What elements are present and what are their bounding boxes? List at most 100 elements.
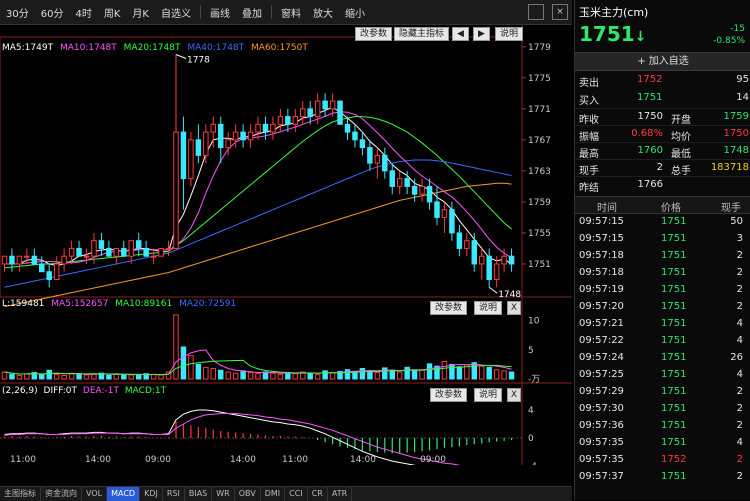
toolbar-item-9[interactable]: 放大 (307, 5, 339, 20)
toolbar-item-2[interactable]: 4时 (69, 5, 97, 20)
toolbar-item-5[interactable]: 自选义 (155, 5, 197, 20)
stat-label: 最高 (579, 149, 599, 160)
volume-bar (262, 371, 269, 380)
price-tick-label: 1759 (528, 198, 551, 208)
volume-bar (277, 373, 284, 380)
prev-indicator-button[interactable]: ◀ (452, 27, 469, 41)
trade-row[interactable]: 09:57:36 1751 2 (575, 418, 750, 434)
tab-10[interactable]: CCI (285, 487, 308, 501)
macd-close-button[interactable]: X (507, 388, 521, 402)
vol-close-button[interactable]: X (507, 301, 521, 315)
toolbar-item-10[interactable]: 缩小 (339, 5, 371, 20)
add-watchlist-button[interactable]: + 加入自选 (575, 52, 750, 71)
tab-6[interactable]: BIAS (185, 487, 213, 501)
trade-time: 09:57:36 (579, 420, 624, 431)
toolbar-item-8[interactable]: 窗料 (275, 5, 307, 20)
trade-row[interactable]: 09:57:18 1751 2 (575, 248, 750, 264)
trade-row[interactable]: 09:57:22 1751 4 (575, 333, 750, 349)
trade-volume: 2 (736, 284, 743, 295)
trade-row[interactable]: 09:57:35 1752 2 (575, 452, 750, 468)
toolbar-item-1[interactable]: 60分 (35, 5, 70, 20)
main-legend: MA5:1749T MA10:1748T MA20:1748T MA40:174… (2, 43, 308, 53)
volume-bar (255, 373, 261, 380)
trade-row[interactable]: 09:57:29 1751 2 (575, 384, 750, 400)
toolbar-item-4[interactable]: 月K (126, 5, 155, 20)
toolbar-item-3[interactable]: 周K (98, 5, 127, 20)
candle-body (277, 116, 284, 125)
next-indicator-button[interactable]: ▶ (473, 27, 490, 41)
params-button[interactable]: 改参数 (355, 27, 393, 41)
last-price-value: 1751 (579, 22, 635, 46)
trade-row[interactable]: 09:57:24 1751 26 (575, 350, 750, 366)
x-axis-label: 11:00 (10, 455, 36, 465)
toolbar-item-6[interactable]: 画线 (204, 5, 236, 20)
tab-5[interactable]: RSI (163, 487, 185, 501)
volume-bar (247, 372, 254, 380)
vol-help-button[interactable]: 说明 (474, 301, 503, 315)
volume-bar (16, 375, 23, 380)
trade-row[interactable]: 09:57:25 1751 4 (575, 367, 750, 383)
volume-bar (493, 369, 500, 380)
trade-row[interactable]: 09:57:20 1751 2 (575, 299, 750, 315)
quote-panel: 玉米主力(cm) 1751↓ -15 -0.85% + 加入自选 卖出 1752 9… (574, 0, 750, 500)
stat-value: 1766 (637, 179, 663, 190)
trade-row[interactable]: 09:57:18 1751 2 (575, 265, 750, 281)
candle-body (337, 100, 343, 125)
trade-row[interactable]: 09:57:15 1751 3 (575, 231, 750, 247)
tab-7[interactable]: WR (212, 487, 235, 501)
tab-12[interactable]: ATR (328, 487, 353, 501)
trade-row[interactable]: 09:57:21 1751 4 (575, 316, 750, 332)
stat-label: 昨结 (579, 183, 599, 194)
candle-body (359, 139, 366, 149)
toolbar-item-0[interactable]: 30分 (0, 5, 35, 20)
tab-9[interactable]: DMI (261, 487, 286, 501)
candle-body (16, 255, 23, 265)
tab-8[interactable]: OBV (235, 487, 261, 501)
macd-params-button[interactable]: 改参数 (430, 388, 468, 402)
volume-bar (83, 374, 90, 380)
hide-main-indicator-button[interactable]: 隐藏主指标 (394, 27, 450, 41)
trade-volume: 50 (730, 216, 743, 227)
legend-ma20: MA20:1748T (123, 43, 181, 53)
help-button[interactable]: 说明 (495, 27, 524, 41)
candle-body (217, 123, 224, 149)
stat-value: 1760 (637, 145, 663, 156)
contract-title: 玉米主力(cm) (579, 6, 649, 19)
macd-help-button[interactable]: 说明 (474, 388, 503, 402)
trade-price: 1751 (661, 369, 687, 380)
trade-row[interactable]: 09:57:30 1751 2 (575, 401, 750, 417)
trade-time: 09:57:18 (579, 250, 624, 261)
candle-body (307, 108, 313, 118)
tab-1[interactable]: 资金流向 (41, 487, 82, 501)
candle-body (68, 247, 75, 257)
candle-body (456, 232, 463, 249)
trade-row[interactable]: 09:57:15 1751 50 (575, 214, 750, 230)
volume-bar (210, 368, 217, 380)
maximize-icon[interactable] (528, 4, 544, 20)
stat-row: 昨结 1766 (575, 176, 750, 194)
low-label: 1748 (498, 290, 521, 300)
trade-price: 1751 (661, 301, 687, 312)
trade-row[interactable]: 09:57:37 1751 2 (575, 469, 750, 485)
volume-bar (91, 373, 97, 380)
toolbar-item-7[interactable]: 叠加 (236, 5, 268, 20)
macd-tick-label: -4 (528, 462, 537, 465)
close-icon[interactable]: × (552, 4, 568, 20)
tab-11[interactable]: CR (308, 487, 328, 501)
volume-bar (322, 370, 328, 380)
trade-row[interactable]: 09:57:19 1751 2 (575, 282, 750, 298)
trade-row[interactable]: 09:57:35 1751 4 (575, 435, 750, 451)
volume-bar (232, 372, 239, 380)
tab-0[interactable]: 主图指标 (0, 487, 41, 501)
candle-body (150, 255, 157, 258)
volume-bar (135, 375, 142, 380)
tab-3[interactable]: MACD (107, 487, 141, 501)
tab-2[interactable]: VOL (82, 487, 108, 501)
vol-params-button[interactable]: 改参数 (430, 301, 468, 315)
legend-vol-ma5: MA5:152657 (51, 299, 109, 309)
chart-area[interactable]: 1779 1775 1771 1767 1763 1759 1755 1751 1778 1748… (0, 25, 572, 473)
tab-4[interactable]: KDJ (140, 487, 163, 501)
candle-body (1, 255, 8, 265)
volume-bar (396, 371, 403, 380)
x-axis-label: 09:00 (145, 455, 171, 465)
